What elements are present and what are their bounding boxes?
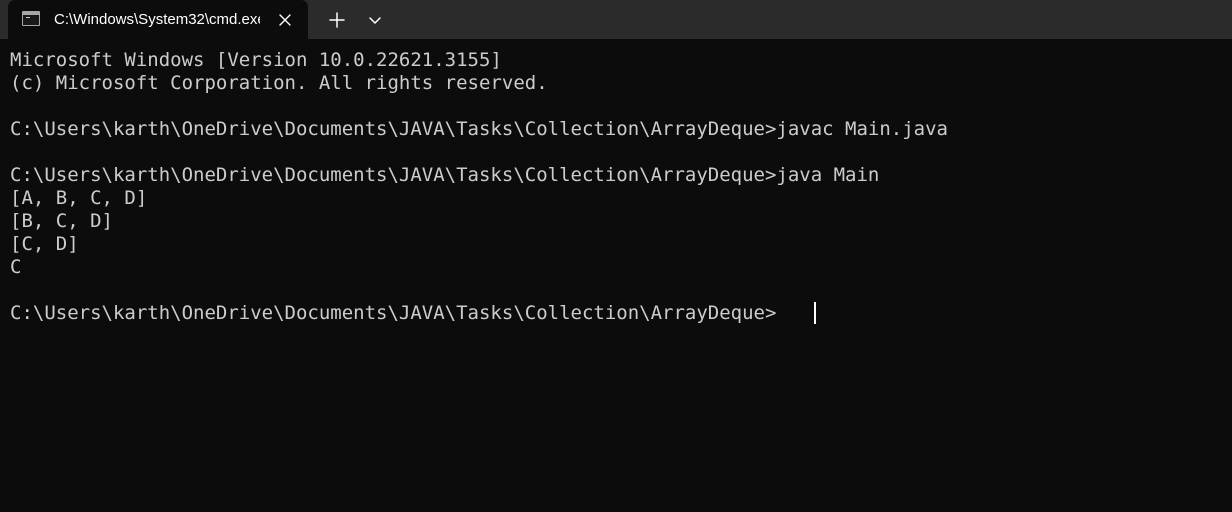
text-cursor (814, 302, 816, 324)
console-line: [C, D] (10, 233, 79, 255)
console-line: Microsoft Windows [Version 10.0.22621.31… (10, 49, 502, 71)
close-icon (279, 14, 291, 26)
console-line: C:\Users\karth\OneDrive\Documents\JAVA\T… (10, 118, 948, 140)
tab-bar: C:\Windows\System32\cmd.exe (0, 0, 1232, 39)
console-output[interactable]: Microsoft Windows [Version 10.0.22621.31… (0, 39, 1232, 512)
tab-cmd[interactable]: C:\Windows\System32\cmd.exe (8, 0, 308, 39)
console-line: C (10, 256, 22, 278)
console-line: [B, C, D] (10, 210, 113, 232)
console-prompt-line: C:\Users\karth\OneDrive\Documents\JAVA\T… (10, 302, 777, 324)
chevron-down-icon (369, 17, 381, 24)
tab-title: C:\Windows\System32\cmd.exe (54, 11, 260, 28)
console-line: (c) Microsoft Corporation. All rights re… (10, 72, 548, 94)
console-line: C:\Users\karth\OneDrive\Documents\JAVA\T… (10, 164, 880, 186)
close-tab-button[interactable] (274, 9, 296, 31)
plus-icon (329, 12, 345, 28)
console-line: [A, B, C, D] (10, 187, 148, 209)
new-tab-button[interactable] (324, 8, 350, 32)
command-prompt-icon (22, 11, 40, 26)
tab-dropdown-button[interactable] (362, 8, 388, 32)
terminal-window: C:\Windows\System32\cmd.exe Microsoft Wi… (0, 0, 1232, 512)
